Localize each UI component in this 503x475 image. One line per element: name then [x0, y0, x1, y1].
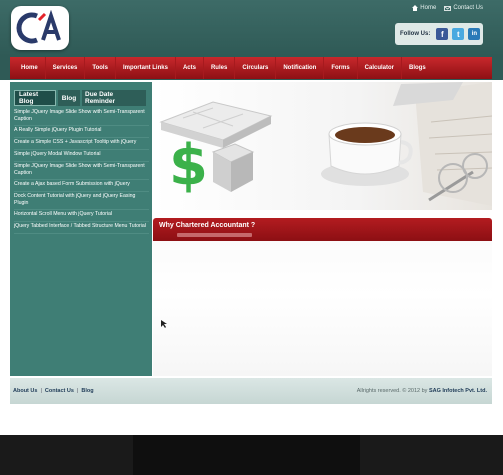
section-body: [153, 241, 492, 376]
nav-notification[interactable]: Notification: [276, 57, 325, 79]
section-header: Why Chartered Accountant ?: [153, 218, 492, 241]
list-item[interactable]: Dock Content Tutorial with jQuery and jQ…: [14, 192, 149, 210]
footer: About Us | Contact Us | Blog Allrights r…: [10, 378, 492, 404]
home-link-label: Home: [420, 5, 437, 11]
list-item[interactable]: Simple jQuery Modal Window Tutorial: [14, 150, 149, 162]
follow-us-box: Follow Us: f t in: [395, 23, 483, 45]
bottom-bar-center: [133, 435, 360, 475]
footer-link-about[interactable]: About Us: [13, 388, 37, 394]
coffee-cup-icon: [321, 122, 413, 186]
list-item[interactable]: Simple JQuery Image Slide Show with Semi…: [14, 162, 149, 180]
list-item[interactable]: Create a Simple CSS + Javascript Tooltip…: [14, 138, 149, 150]
top-links: Home Contact Us: [412, 5, 483, 11]
footer-link-contact[interactable]: Contact Us: [45, 388, 74, 394]
twitter-icon[interactable]: t: [452, 28, 465, 40]
copyright: Allrights reserved. © 2012 by SAG Infote…: [357, 388, 487, 394]
sidebar-tabs: Latest Blog Blog Due Date Reminder: [10, 82, 152, 106]
linkedin-icon[interactable]: in: [468, 28, 481, 40]
sidebar: Latest Blog Blog Due Date Reminder Simpl…: [10, 82, 152, 376]
contact-link-label: Contact Us: [453, 5, 483, 11]
dollar-icon: $: [169, 133, 208, 198]
mail-icon: [444, 5, 452, 11]
nav-acts[interactable]: Acts: [176, 57, 204, 79]
nav-rules[interactable]: Rules: [204, 57, 236, 79]
footer-separator: |: [40, 388, 42, 394]
home-icon: [412, 5, 419, 11]
contact-link[interactable]: Contact Us: [444, 5, 483, 11]
hero-banner: $: [153, 82, 492, 210]
footer-link-blog[interactable]: Blog: [81, 388, 93, 394]
nav-circulars[interactable]: Circulars: [235, 57, 277, 79]
list-item[interactable]: Simple JQuery Image Slide Show with Semi…: [14, 108, 149, 126]
nav-forms[interactable]: Forms: [324, 57, 358, 79]
tab-due-date-reminder[interactable]: Due Date Reminder: [82, 90, 146, 106]
section-subtitle-faded: [177, 233, 252, 237]
home-link[interactable]: Home: [412, 5, 436, 11]
facebook-icon[interactable]: f: [436, 28, 449, 40]
footer-links: About Us | Contact Us | Blog: [13, 388, 94, 394]
hero-illustration: $: [159, 82, 492, 206]
tab-blog[interactable]: Blog: [58, 90, 80, 106]
mouse-cursor-icon: [161, 320, 167, 328]
logo[interactable]: [11, 6, 69, 50]
nav-services[interactable]: Services: [46, 57, 86, 79]
footer-separator: |: [76, 388, 79, 394]
bottom-bar: [0, 435, 503, 475]
section-title: Why Chartered Accountant ?: [159, 222, 256, 229]
copyright-text: Allrights reserved. © 2012 by: [356, 388, 428, 394]
ca-logo-icon: [16, 10, 61, 44]
site-header: Home Contact Us Follow Us: f t in: [0, 0, 503, 56]
follow-us-label: Follow Us:: [400, 31, 431, 37]
list-item[interactable]: jQuery Tabbed Interface / Tabbed Structu…: [14, 222, 149, 234]
nav-calculator[interactable]: Calculator: [358, 57, 403, 79]
nav-blogs[interactable]: Blogs: [402, 57, 433, 79]
list-item[interactable]: A Really Simple jQuery Plugin Tutorial: [14, 126, 149, 138]
blog-list: Simple JQuery Image Slide Show with Semi…: [10, 106, 152, 234]
company-link[interactable]: SAG Infotech Pvt. Ltd.: [429, 388, 487, 394]
main-nav: Home Services Tools Important Links Acts…: [10, 57, 492, 79]
nav-important-links[interactable]: Important Links: [116, 57, 176, 79]
tab-latest-blog[interactable]: Latest Blog: [14, 90, 56, 106]
list-item[interactable]: Create a Ajax based Form Submission with…: [14, 180, 149, 192]
list-item[interactable]: Horizontal Scroll Menu with jQuery Tutor…: [14, 210, 149, 222]
nav-home[interactable]: Home: [14, 57, 46, 79]
nav-tools[interactable]: Tools: [85, 57, 116, 79]
